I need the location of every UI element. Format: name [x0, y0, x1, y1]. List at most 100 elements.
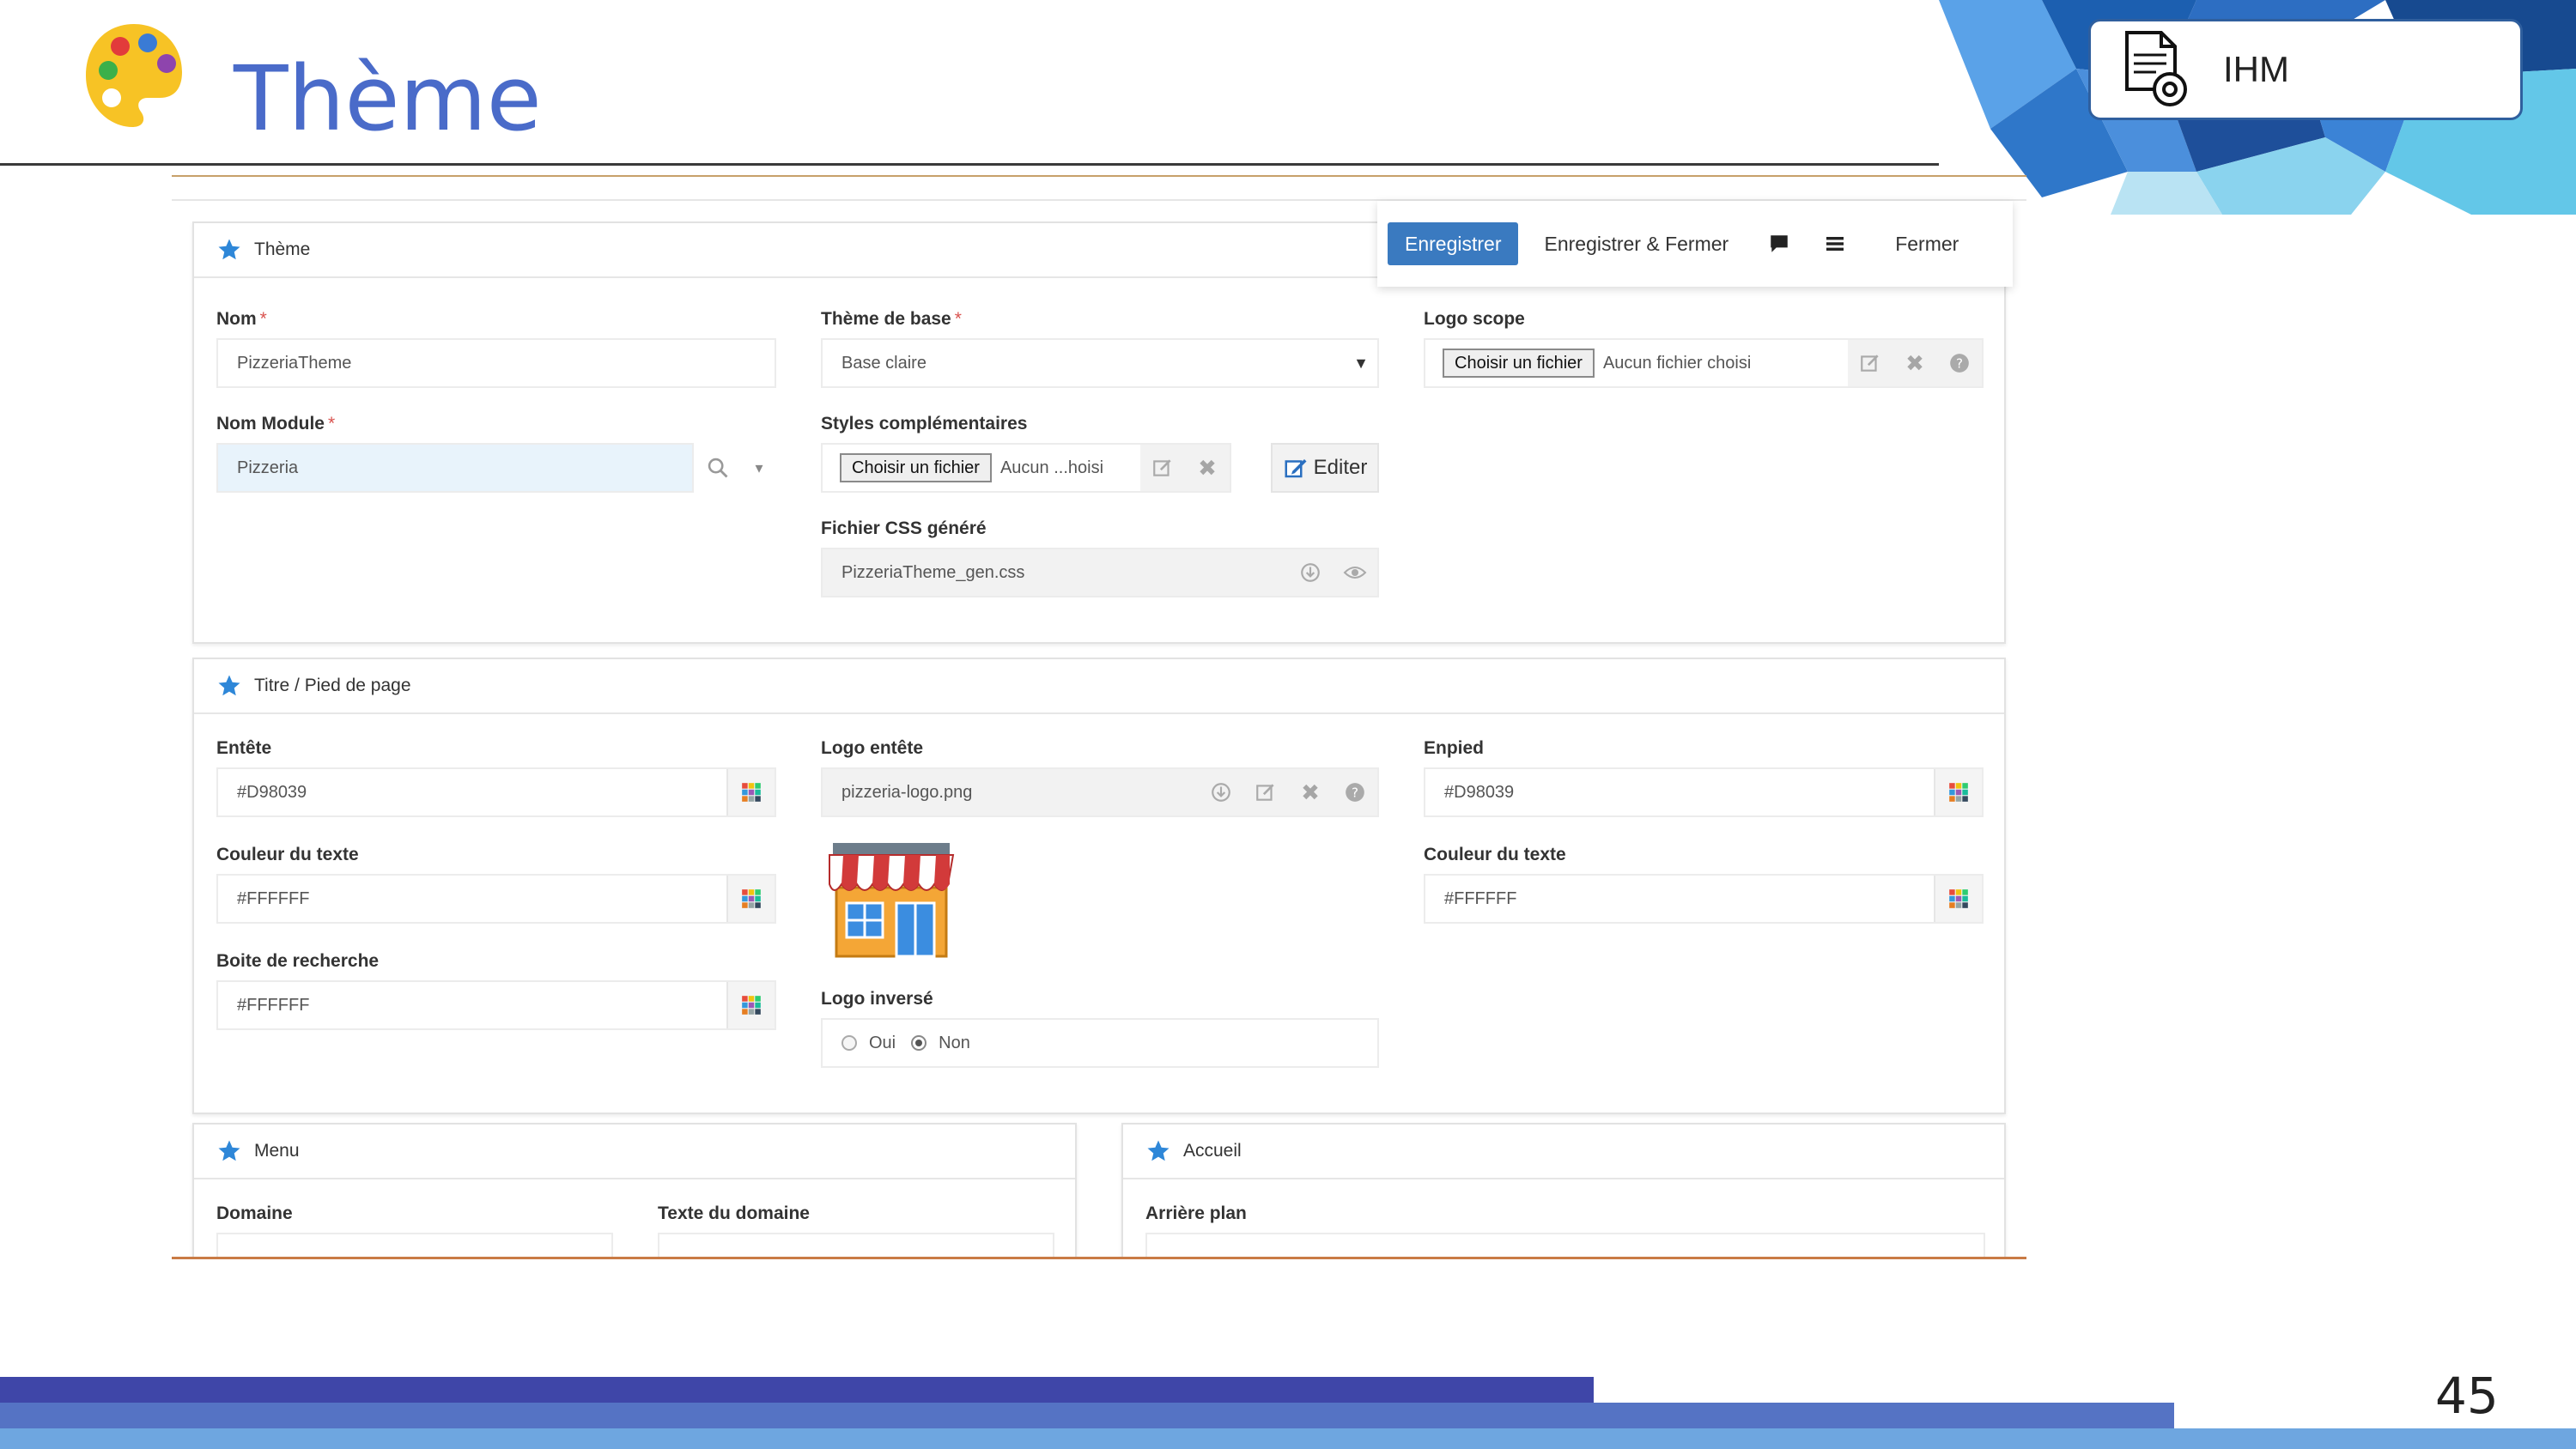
css-file-input[interactable]: PizzeriaTheme_gen.css [821, 548, 1379, 597]
download-icon[interactable] [1199, 769, 1243, 815]
slide-title: Thème [234, 46, 542, 151]
entete-color-input[interactable]: #D98039 [216, 767, 776, 817]
menu-panel-header: Menu [194, 1125, 1075, 1179]
styles-file-input[interactable]: Choisir un fichier Aucun ...hoisi ✖ [821, 443, 1231, 493]
base-theme-label: Thème de base * [821, 309, 962, 329]
color-grid-icon [1949, 783, 1968, 802]
screenshot-bottom-border [172, 1257, 2026, 1259]
radio-oui-label: Oui [869, 1033, 896, 1052]
color-picker-button[interactable] [726, 982, 775, 1028]
nom-label: Nom * [216, 309, 267, 329]
home-panel-title: Accueil [1183, 1141, 1242, 1161]
domain-text-color-input[interactable] [658, 1233, 1054, 1258]
styles-label: Styles complémentaires [821, 414, 1028, 433]
search-icon [708, 458, 728, 478]
logo-header-input[interactable]: pizzeria-logo.png ✖ ? [821, 767, 1379, 817]
close-button[interactable]: Fermer [1895, 233, 1959, 256]
edit-styles-button[interactable]: Editer [1271, 443, 1379, 493]
css-file-value: PizzeriaTheme_gen.css [841, 562, 1025, 582]
module-search-button[interactable] [694, 443, 742, 493]
footer-band-mid [0, 1403, 2174, 1428]
footer-band-dark [0, 1377, 1594, 1403]
help-icon[interactable]: ? [1937, 340, 1982, 386]
title-rule [0, 163, 1939, 166]
footer-text-color-value: #FFFFFF [1444, 888, 1517, 908]
logo-header-label: Logo entête [821, 738, 923, 758]
select-caret-icon: ▼ [1353, 354, 1369, 372]
logo-inverse-radio-group: Oui Non [821, 1018, 1379, 1068]
module-input[interactable]: Pizzeria [216, 443, 694, 493]
view-icon[interactable] [1333, 549, 1377, 596]
star-icon [1147, 1140, 1170, 1161]
background-label: Arrière plan [1145, 1203, 1247, 1223]
logo-scope-file-button[interactable]: Choisir un fichier [1443, 349, 1595, 378]
form-screenshot: Thème Nom * PizzeriaTheme Nom Module * Piz… [172, 175, 2026, 1258]
search-box-color-input[interactable]: #FFFFFF [216, 980, 776, 1030]
radio-non[interactable] [911, 1035, 927, 1051]
enpied-color-input[interactable]: #D98039 [1424, 767, 1984, 817]
css-file-label: Fichier CSS généré [821, 518, 987, 538]
color-grid-icon [742, 996, 761, 1015]
caret-down-icon: ▾ [755, 458, 763, 476]
save-close-button[interactable]: Enregistrer & Fermer [1544, 233, 1728, 256]
color-picker-button[interactable] [1934, 769, 1982, 815]
background-color-input[interactable] [1145, 1233, 1985, 1258]
screenshot-top-border [172, 175, 2026, 177]
home-panel-header: Accueil [1123, 1125, 2004, 1179]
text-color-value: #FFFFFF [237, 888, 310, 908]
text-color-input[interactable]: #FFFFFF [216, 874, 776, 924]
color-grid-icon [742, 783, 761, 802]
help-icon[interactable]: ? [1333, 769, 1377, 815]
edit-styles-label: Editer [1313, 456, 1368, 479]
download-icon[interactable] [1288, 549, 1333, 596]
menu-icon [1826, 237, 1844, 251]
ihm-badge: IHM [2088, 19, 2523, 120]
radio-non-label: Non [939, 1033, 970, 1052]
star-icon [218, 239, 240, 260]
logo-inverse-label: Logo inversé [821, 989, 933, 1009]
star-icon [218, 675, 240, 696]
edit-icon[interactable] [1140, 445, 1185, 491]
save-button[interactable]: Enregistrer [1388, 222, 1519, 265]
menu-button[interactable] [1825, 233, 1845, 254]
footer-text-color-input[interactable]: #FFFFFF [1424, 874, 1984, 924]
nom-input[interactable]: PizzeriaTheme [216, 338, 776, 388]
home-panel: Accueil Arrière plan [1121, 1123, 2006, 1258]
header-footer-panel-header: Titre / Pied de page [194, 659, 2004, 714]
entete-color-value: #D98039 [237, 782, 307, 802]
enpied-color-value: #D98039 [1444, 782, 1515, 802]
styles-file-text: Aucun ...hoisi [999, 458, 1104, 477]
comment-button[interactable] [1768, 233, 1790, 255]
base-theme-select[interactable]: Base claire ▼ [821, 338, 1379, 388]
color-grid-icon [742, 889, 761, 908]
theme-panel-title: Thème [254, 239, 311, 259]
page-number: 45 [2435, 1367, 2499, 1425]
domain-text-label: Texte du domaine [658, 1203, 810, 1223]
logo-scope-label: Logo scope [1424, 309, 1525, 329]
menu-panel-title: Menu [254, 1141, 300, 1161]
color-picker-button[interactable] [726, 769, 775, 815]
edit-icon[interactable] [1243, 769, 1288, 815]
color-grid-icon [1949, 889, 1968, 908]
shop-logo-image [829, 843, 955, 958]
star-icon [218, 1140, 240, 1161]
module-dropdown-button[interactable]: ▾ [742, 443, 776, 493]
styles-file-button[interactable]: Choisir un fichier [840, 453, 992, 482]
logo-scope-file-text: Aucun fichier choisi [1602, 353, 1752, 373]
radio-oui[interactable] [841, 1035, 857, 1051]
clear-icon[interactable]: ✖ [1185, 445, 1230, 491]
logo-header-value: pizzeria-logo.png [841, 782, 973, 802]
domain-color-input[interactable] [216, 1233, 613, 1258]
entete-label: Entête [216, 738, 272, 758]
clear-icon[interactable]: ✖ [1288, 769, 1333, 815]
search-box-label: Boite de recherche [216, 951, 380, 971]
logo-scope-input[interactable]: Choisir un fichier Aucun fichier choisi … [1424, 338, 1984, 388]
enpied-label: Enpied [1424, 738, 1485, 758]
menu-panel: Menu Domaine Texte du domaine [192, 1123, 1077, 1258]
logo-scope-clear-icon[interactable]: ✖ [1893, 340, 1937, 386]
color-picker-button[interactable] [726, 876, 775, 922]
document-settings-icon [2125, 31, 2187, 106]
logo-scope-edit-icon[interactable] [1848, 340, 1893, 386]
color-picker-button[interactable] [1934, 876, 1982, 922]
ihm-label: IHM [2223, 49, 2289, 89]
